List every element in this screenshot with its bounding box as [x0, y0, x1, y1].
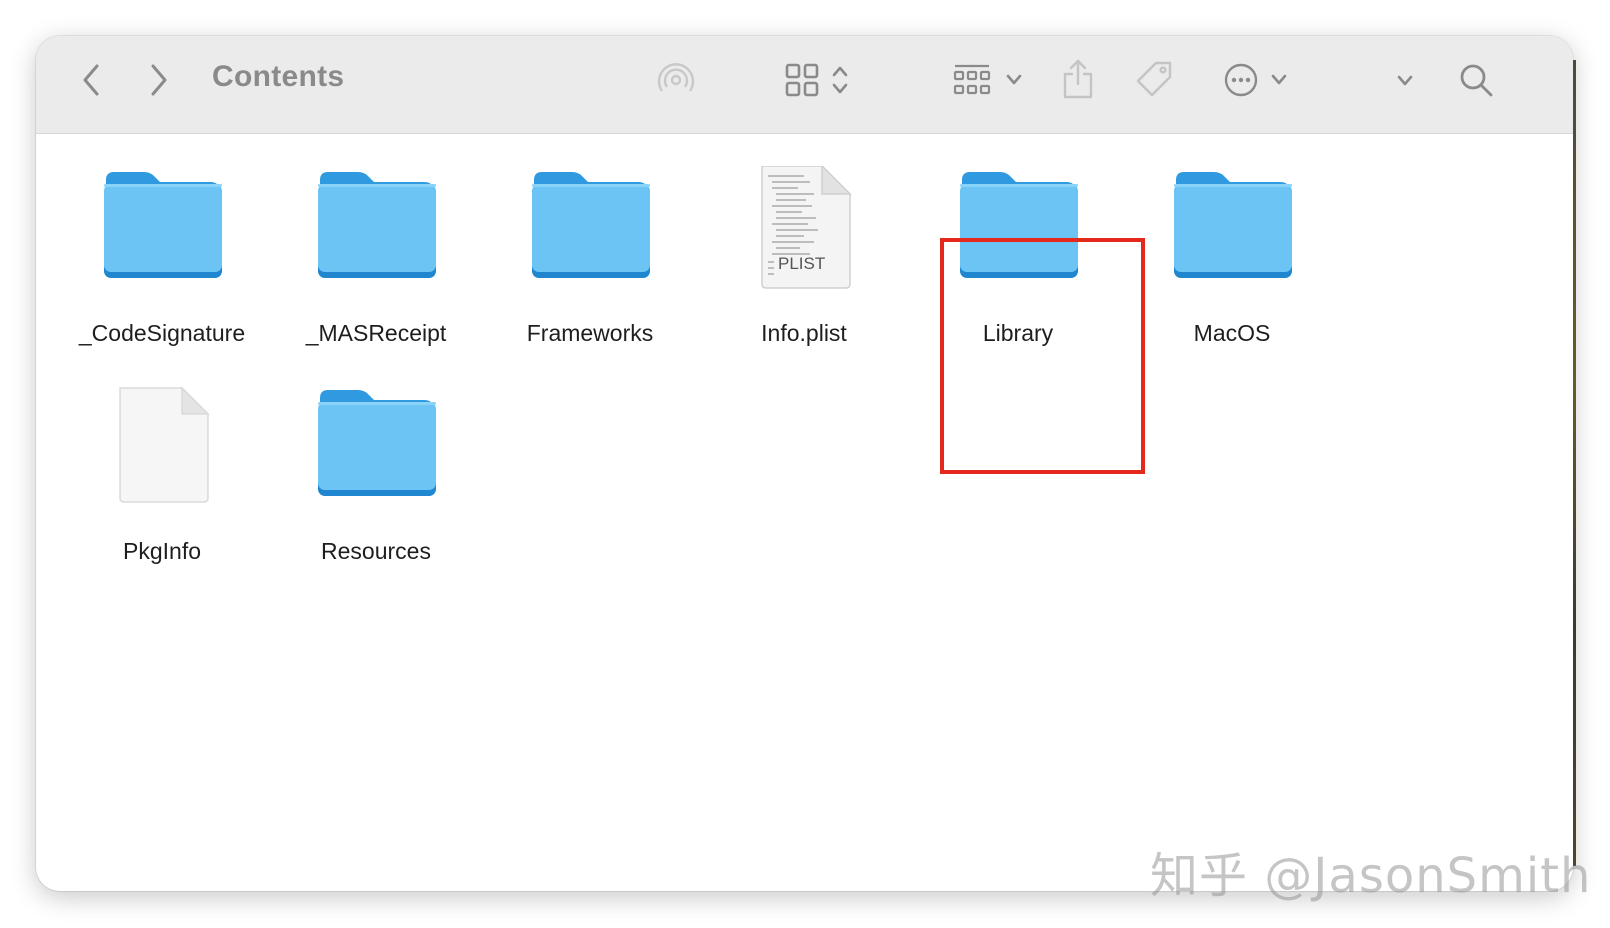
file-item[interactable]: _MASReceipt — [266, 166, 486, 347]
tag-button[interactable] — [1132, 56, 1176, 102]
folder-icon — [266, 166, 486, 296]
more-button[interactable] — [1216, 58, 1296, 102]
search-icon — [1460, 64, 1493, 97]
file-name: _CodeSignature — [78, 320, 246, 346]
file-grid: _CodeSignature _MASReceipt Frameworks PL… — [36, 134, 1573, 891]
airdrop-icon — [657, 63, 695, 92]
expand-icon — [1397, 75, 1413, 86]
grid-view-icon — [785, 63, 819, 97]
file-item[interactable]: PkgInfo — [52, 384, 272, 565]
chevron-updown-icon — [832, 66, 848, 94]
highlight-box — [940, 238, 1145, 474]
search-button[interactable] — [1454, 58, 1498, 102]
finder-window: Contents _CodeSignature _MASReceipt Fram… — [36, 36, 1573, 891]
watermark: 知乎 @JasonSmith — [1150, 848, 1592, 904]
more-icon — [1224, 63, 1258, 97]
forward-icon — [151, 64, 167, 96]
file-name: Info.plist — [761, 320, 847, 346]
view-toggle-button[interactable] — [780, 58, 856, 102]
plist-badge: PLIST — [778, 254, 826, 273]
expand-toolbar-button[interactable] — [1390, 66, 1420, 96]
file-name: _MASReceipt — [305, 320, 447, 346]
back-icon — [83, 64, 99, 96]
plist-file-icon: PLIST — [694, 164, 914, 296]
file-item[interactable]: Frameworks — [480, 166, 700, 347]
window-title: Contents — [212, 60, 345, 93]
tag-icon — [1136, 61, 1172, 97]
airdrop-button[interactable] — [654, 58, 698, 102]
file-item[interactable]: Resources — [266, 384, 486, 565]
group-button[interactable] — [950, 58, 1026, 102]
folder-icon — [52, 166, 272, 296]
toolbar: Contents — [36, 36, 1573, 134]
folder-icon — [266, 384, 486, 514]
file-item[interactable]: MacOS — [1122, 166, 1342, 347]
group-icon — [953, 64, 991, 95]
document-icon — [52, 384, 272, 514]
share-button[interactable] — [1056, 54, 1100, 104]
file-name: Frameworks — [526, 320, 654, 346]
file-name: MacOS — [1193, 320, 1271, 346]
file-name: PkgInfo — [123, 538, 201, 564]
back-button[interactable] — [74, 62, 108, 98]
share-icon — [1063, 59, 1093, 99]
forward-button[interactable] — [142, 62, 176, 98]
chevron-down-icon — [1006, 74, 1022, 85]
folder-icon — [1122, 166, 1342, 296]
file-item[interactable]: PLIST Info.plist — [694, 164, 914, 347]
chevron-down-icon — [1271, 74, 1287, 85]
desktop-edge — [1573, 60, 1576, 866]
file-item[interactable]: _CodeSignature — [52, 166, 272, 347]
file-name: Resources — [321, 538, 431, 564]
folder-icon — [480, 166, 700, 296]
